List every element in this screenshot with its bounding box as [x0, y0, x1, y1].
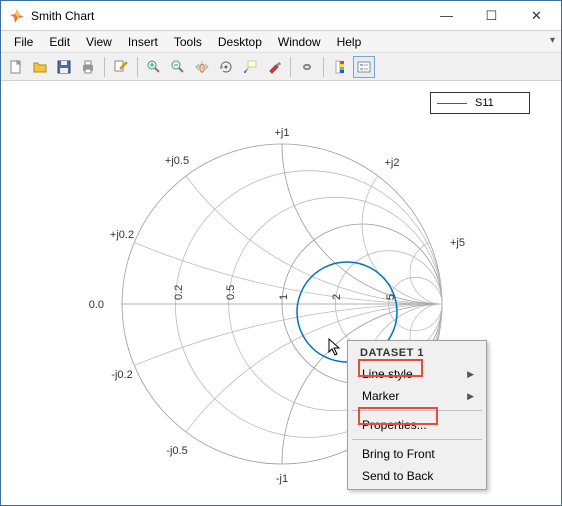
menu-marker[interactable]: Marker ▶ — [348, 385, 486, 407]
menu-view[interactable]: View — [79, 33, 119, 51]
svg-text:+j2: +j2 — [385, 157, 400, 169]
menu-edit[interactable]: Edit — [42, 33, 77, 51]
data-cursor-icon[interactable] — [239, 56, 261, 78]
menu-help[interactable]: Help — [330, 33, 369, 51]
svg-text:0.5: 0.5 — [225, 285, 237, 300]
toolbar-dropdown-icon[interactable]: ▾ — [550, 35, 555, 46]
menu-window[interactable]: Window — [271, 33, 328, 51]
svg-text:+j0.5: +j0.5 — [165, 155, 189, 167]
context-menu-header: DATASET 1 — [348, 343, 486, 363]
link-icon[interactable] — [296, 56, 318, 78]
app-window: Smith Chart — ☐ ✕ File Edit View Insert … — [0, 0, 562, 506]
open-icon[interactable] — [29, 56, 51, 78]
title-bar: Smith Chart — ☐ ✕ — [1, 1, 561, 31]
svg-text:-j0.2: -j0.2 — [111, 369, 132, 381]
svg-text:-j1: -j1 — [276, 473, 288, 485]
submenu-arrow-icon: ▶ — [467, 369, 474, 380]
menu-tools[interactable]: Tools — [167, 33, 209, 51]
zoom-out-icon[interactable] — [167, 56, 189, 78]
rotate-icon[interactable] — [215, 56, 237, 78]
window-title: Smith Chart — [31, 9, 94, 23]
new-file-icon[interactable] — [5, 56, 27, 78]
brush-icon[interactable] — [263, 56, 285, 78]
svg-text:-j0.5: -j0.5 — [166, 445, 187, 457]
zoom-in-icon[interactable] — [143, 56, 165, 78]
svg-text:5: 5 — [385, 294, 397, 300]
minimize-button[interactable]: — — [424, 1, 469, 31]
mouse-cursor-icon — [328, 338, 344, 358]
svg-text:+j0.2: +j0.2 — [110, 229, 134, 241]
menu-send-to-back[interactable]: Send to Back — [348, 465, 486, 487]
menu-separator — [352, 410, 482, 411]
colorbar-icon[interactable] — [329, 56, 351, 78]
context-menu: DATASET 1 Line style ▶ Marker ▶ Properti… — [347, 340, 487, 490]
svg-text:1: 1 — [278, 294, 290, 300]
close-button[interactable]: ✕ — [514, 1, 559, 31]
label-zero: 0.0 — [89, 299, 104, 311]
save-icon[interactable] — [53, 56, 75, 78]
svg-text:2: 2 — [331, 294, 343, 300]
edit-plot-icon[interactable] — [110, 56, 132, 78]
menu-separator — [352, 439, 482, 440]
menu-file[interactable]: File — [7, 33, 40, 51]
maximize-button[interactable]: ☐ — [469, 1, 514, 31]
pan-icon[interactable] — [191, 56, 213, 78]
matlab-icon — [9, 8, 25, 24]
print-icon[interactable] — [77, 56, 99, 78]
menu-insert[interactable]: Insert — [121, 33, 165, 51]
svg-text:+j5: +j5 — [450, 237, 465, 249]
menu-line-style[interactable]: Line style ▶ — [348, 363, 486, 385]
submenu-arrow-icon: ▶ — [467, 391, 474, 402]
menu-bring-to-front[interactable]: Bring to Front — [348, 443, 486, 465]
plot-area[interactable]: S11 — [2, 84, 560, 504]
toolbar — [1, 53, 561, 81]
menu-bar: File Edit View Insert Tools Desktop Wind… — [1, 31, 561, 53]
menu-properties[interactable]: Properties... — [348, 414, 486, 436]
svg-text:0.2: 0.2 — [173, 285, 185, 300]
menu-desktop[interactable]: Desktop — [211, 33, 269, 51]
svg-text:+j1: +j1 — [275, 127, 290, 139]
legend-icon[interactable] — [353, 56, 375, 78]
